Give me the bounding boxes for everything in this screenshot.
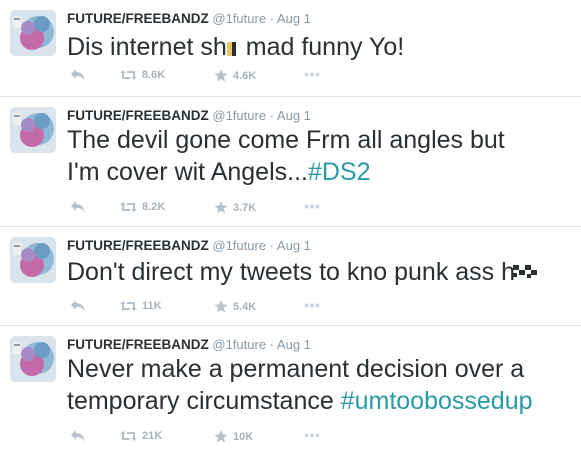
tweet-text: The devil gone come Frm all angles but I… xyxy=(67,124,572,188)
tweet-text: Never make a permanent decision over a t… xyxy=(67,353,572,417)
tweet-header: FUTURE/FREEBANDZ @1future · Aug 1 xyxy=(67,336,311,353)
album-art-avatar-image xyxy=(10,336,56,382)
reply-button[interactable] xyxy=(71,300,85,312)
more-icon xyxy=(304,204,320,209)
timestamp[interactable]: Aug 1 xyxy=(277,238,311,253)
display-name[interactable]: FUTURE/FREEBANDZ xyxy=(67,337,209,352)
reply-button[interactable] xyxy=(71,430,85,442)
retweet-icon xyxy=(120,202,137,212)
tweet-text-part: Don't direct my tweets to kno punk ass h xyxy=(67,258,516,286)
display-name[interactable]: FUTURE/FREEBANDZ xyxy=(67,238,209,253)
more-icon xyxy=(304,72,320,77)
user-handle[interactable]: @1future xyxy=(212,11,266,26)
favorite-button[interactable]: 4.6K xyxy=(214,69,256,82)
avatar[interactable] xyxy=(10,237,56,283)
avatar[interactable] xyxy=(10,107,56,153)
retweet-count: 11K xyxy=(142,300,162,312)
reply-icon xyxy=(71,69,85,81)
star-icon xyxy=(214,201,228,214)
album-art-avatar-image xyxy=(10,237,56,283)
tweet-text: Dis internet sh mad funny Yo! xyxy=(67,31,572,63)
more-options-button[interactable] xyxy=(304,303,320,308)
user-handle[interactable]: @1future xyxy=(212,108,266,123)
retweet-icon xyxy=(120,70,137,80)
separator: · xyxy=(269,11,275,26)
tweet-text-line: I'm cover wit Angels...#DS2 xyxy=(67,156,572,188)
retweet-count: 21K xyxy=(142,430,163,442)
favorite-count: 3.7K xyxy=(233,201,257,214)
retweet-icon xyxy=(120,301,137,311)
retweet-button[interactable]: 21K xyxy=(120,430,162,442)
tweet-text-line: The devil gone come Frm all angles but xyxy=(67,126,505,154)
retweet-button[interactable]: 8.2K xyxy=(120,201,165,213)
tweet[interactable]: FUTURE/FREEBANDZ @1future · Aug 1 The de… xyxy=(0,97,581,227)
separator: · xyxy=(269,108,275,123)
tweet-text-part: Dis internet sh xyxy=(67,33,227,61)
album-art-avatar-image xyxy=(10,10,56,56)
retweet-button[interactable]: 11K xyxy=(120,300,162,312)
tweet-text-part: mad funny Yo! xyxy=(238,33,405,61)
tweet-header: FUTURE/FREEBANDZ @1future · Aug 1 xyxy=(67,10,311,27)
redaction-mark xyxy=(513,263,539,279)
retweet-icon xyxy=(120,431,137,441)
tweet[interactable]: FUTURE/FREEBANDZ @1future · Aug 1 Dis in… xyxy=(0,0,581,97)
tweet-text-part: temporary circumstance xyxy=(67,387,341,415)
tweet-text: Don't direct my tweets to kno punk ass h xyxy=(67,256,572,288)
more-options-button[interactable] xyxy=(304,72,320,77)
tweet-header: FUTURE/FREEBANDZ @1future · Aug 1 xyxy=(67,237,311,254)
more-options-button[interactable] xyxy=(304,204,320,209)
star-icon xyxy=(214,430,228,443)
star-icon xyxy=(214,300,228,313)
reply-icon xyxy=(71,300,85,312)
reply-icon xyxy=(71,430,85,442)
tweet[interactable]: FUTURE/FREEBANDZ @1future · Aug 1 Don't … xyxy=(0,227,581,326)
retweet-count: 8.6K xyxy=(142,69,166,81)
avatar[interactable] xyxy=(10,10,56,56)
reply-icon xyxy=(71,201,85,213)
reply-button[interactable] xyxy=(71,201,85,213)
more-options-button[interactable] xyxy=(304,433,320,438)
retweet-button[interactable]: 8.6K xyxy=(120,69,165,81)
display-name[interactable]: FUTURE/FREEBANDZ xyxy=(67,11,209,26)
user-handle[interactable]: @1future xyxy=(212,337,266,352)
more-icon xyxy=(304,433,320,438)
tweet[interactable]: FUTURE/FREEBANDZ @1future · Aug 1 Never … xyxy=(0,326,581,454)
more-icon xyxy=(304,303,320,308)
tweet-text-line: Never make a permanent decision over a xyxy=(67,355,525,383)
timestamp[interactable]: Aug 1 xyxy=(277,108,311,123)
tweet-text-line: temporary circumstance #umtoobossedup xyxy=(67,385,572,417)
user-handle[interactable]: @1future xyxy=(212,238,266,253)
tweet-header: FUTURE/FREEBANDZ @1future · Aug 1 xyxy=(67,107,311,124)
star-icon xyxy=(214,69,228,82)
favorite-button[interactable]: 3.7K xyxy=(214,201,256,214)
avatar[interactable] xyxy=(10,336,56,382)
timestamp[interactable]: Aug 1 xyxy=(277,337,311,352)
timestamp[interactable]: Aug 1 xyxy=(277,11,311,26)
redaction-mark xyxy=(226,36,239,58)
reply-button[interactable] xyxy=(71,69,85,81)
favorite-count: 4.6K xyxy=(233,69,257,82)
hashtag-link[interactable]: #DS2 xyxy=(308,158,371,186)
favorite-button[interactable]: 10K xyxy=(214,430,253,443)
retweet-count: 8.2K xyxy=(142,201,166,213)
display-name[interactable]: FUTURE/FREEBANDZ xyxy=(67,108,209,123)
favorite-count: 5.4K xyxy=(233,300,257,313)
separator: · xyxy=(269,238,275,253)
tweet-text-part: I'm cover wit Angels... xyxy=(67,158,308,186)
hashtag-link[interactable]: #umtoobossedup xyxy=(341,387,533,415)
album-art-avatar-image xyxy=(10,107,56,153)
separator: · xyxy=(269,337,275,352)
favorite-button[interactable]: 5.4K xyxy=(214,300,256,313)
favorite-count: 10K xyxy=(233,430,254,443)
